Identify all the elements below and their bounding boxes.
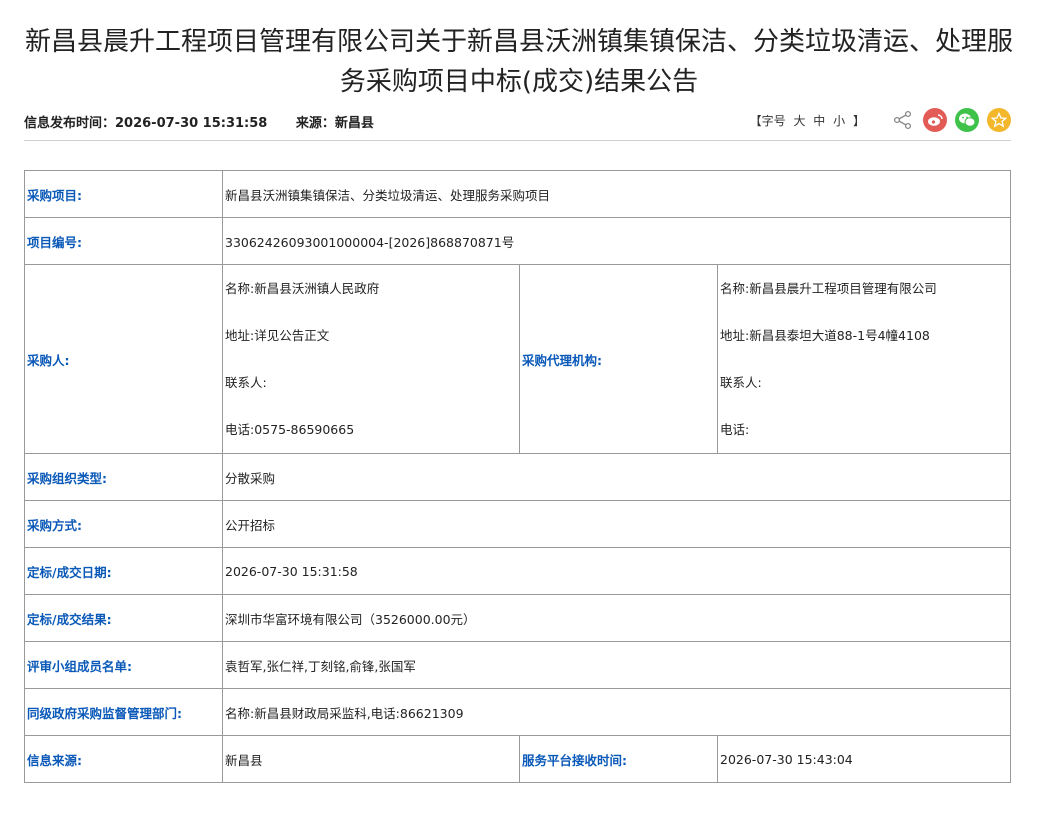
table-row: 采购组织类型: 分散采购 bbox=[24, 453, 1011, 501]
agency-info: 名称:新昌县晨升工程项目管理有限公司 地址:新昌县泰坦大道88-1号4幢4108… bbox=[717, 264, 1011, 454]
weibo-icon[interactable] bbox=[923, 108, 947, 132]
agency-contact: 联系人: bbox=[720, 375, 762, 390]
buyer-label: 采购人: bbox=[24, 264, 223, 454]
method-label: 采购方式: bbox=[24, 500, 223, 548]
info-source-value: 新昌县 bbox=[222, 735, 520, 783]
table-row: 定标/成交结果: 深圳市华富环境有限公司（3526000.00元） bbox=[24, 594, 1011, 642]
table-row: 同级政府采购监督管理部门: 名称:新昌县财政局采监科,电话:86621309 bbox=[24, 688, 1011, 736]
table-row: 评审小组成员名单: 袁哲军,张仁祥,丁刻铭,俞锋,张国军 bbox=[24, 641, 1011, 689]
award-result-label: 定标/成交结果: bbox=[24, 594, 223, 642]
page-title: 新昌县晨升工程项目管理有限公司关于新昌县沃洲镇集镇保洁、分类垃圾清运、处理服务采… bbox=[24, 27, 1013, 97]
supervisor-value: 名称:新昌县财政局采监科,电话:86621309 bbox=[222, 688, 1011, 736]
table-row: 采购人: 名称:新昌县沃洲镇人民政府 地址:详见公告正文 联系人: 电话:057… bbox=[24, 264, 1011, 454]
table-row: 采购项目: 新昌县沃洲镇集镇保洁、分类垃圾清运、处理服务采购项目 bbox=[24, 170, 1011, 218]
receive-time-label: 服务平台接收时间: bbox=[519, 735, 718, 783]
announcement-table: 采购项目: 新昌县沃洲镇集镇保洁、分类垃圾清运、处理服务采购项目 项目编号: 3… bbox=[24, 170, 1011, 783]
supervisor-label: 同级政府采购监督管理部门: bbox=[24, 688, 223, 736]
buyer-address: 地址:详见公告正文 bbox=[225, 328, 330, 343]
publish-meta: 信息发布时间：2026-07-30 15:31:58 来源：新昌县 bbox=[24, 112, 398, 131]
agency-address: 地址:新昌县泰坦大道88-1号4幢4108 bbox=[720, 328, 930, 343]
star-icon[interactable] bbox=[987, 108, 1011, 132]
receive-time-value: 2026-07-30 15:43:04 bbox=[717, 735, 1011, 783]
source-label: 来源：新昌县 bbox=[295, 116, 374, 131]
org-type-value: 分散采购 bbox=[222, 453, 1011, 501]
award-result-value: 深圳市华富环境有限公司（3526000.00元） bbox=[222, 594, 1011, 642]
panel-value: 袁哲军,张仁祥,丁刻铭,俞锋,张国军 bbox=[222, 641, 1011, 689]
publish-time: 信息发布时间：2026-07-30 15:31:58 bbox=[24, 116, 268, 131]
font-large-button[interactable]: 大 bbox=[793, 114, 805, 128]
panel-label: 评审小组成员名单: bbox=[24, 641, 223, 689]
wechat-icon[interactable] bbox=[955, 108, 979, 132]
font-size-close: 】 bbox=[852, 113, 865, 128]
project-label: 采购项目: bbox=[24, 170, 223, 218]
table-row: 定标/成交日期: 2026-07-30 15:31:58 bbox=[24, 547, 1011, 595]
table-row: 信息来源: 新昌县 服务平台接收时间: 2026-07-30 15:43:04 bbox=[24, 735, 1011, 783]
divider bbox=[24, 140, 1011, 141]
agency-label: 采购代理机构: bbox=[519, 264, 718, 454]
buyer-phone: 电话:0575-86590665 bbox=[225, 422, 355, 437]
font-size-label: 【字号 bbox=[749, 113, 786, 128]
buyer-contact: 联系人: bbox=[225, 375, 267, 390]
share-icon[interactable] bbox=[891, 108, 915, 132]
agency-name: 名称:新昌县晨升工程项目管理有限公司 bbox=[720, 281, 937, 296]
table-row: 项目编号: 33062426093001000004-[2026]8688708… bbox=[24, 217, 1011, 265]
buyer-info: 名称:新昌县沃洲镇人民政府 地址:详见公告正文 联系人: 电话:0575-865… bbox=[222, 264, 520, 454]
code-value: 33062426093001000004-[2026]868870871号 bbox=[222, 217, 1011, 265]
project-value: 新昌县沃洲镇集镇保洁、分类垃圾清运、处理服务采购项目 bbox=[222, 170, 1011, 218]
agency-phone: 电话: bbox=[720, 422, 750, 437]
font-medium-button[interactable]: 中 bbox=[813, 114, 825, 128]
org-type-label: 采购组织类型: bbox=[24, 453, 223, 501]
code-label: 项目编号: bbox=[24, 217, 223, 265]
award-date-value: 2026-07-30 15:31:58 bbox=[222, 547, 1011, 595]
table-row: 采购方式: 公开招标 bbox=[24, 500, 1011, 548]
font-size-switcher: 【字号 大 中 小 】 bbox=[748, 112, 867, 129]
font-small-button[interactable]: 小 bbox=[833, 114, 845, 128]
method-value: 公开招标 bbox=[222, 500, 1011, 548]
info-source-label: 信息来源: bbox=[24, 735, 223, 783]
buyer-name: 名称:新昌县沃洲镇人民政府 bbox=[225, 281, 380, 296]
award-date-label: 定标/成交日期: bbox=[24, 547, 223, 595]
toolbar: 【字号 大 中 小 】 bbox=[748, 108, 1011, 132]
